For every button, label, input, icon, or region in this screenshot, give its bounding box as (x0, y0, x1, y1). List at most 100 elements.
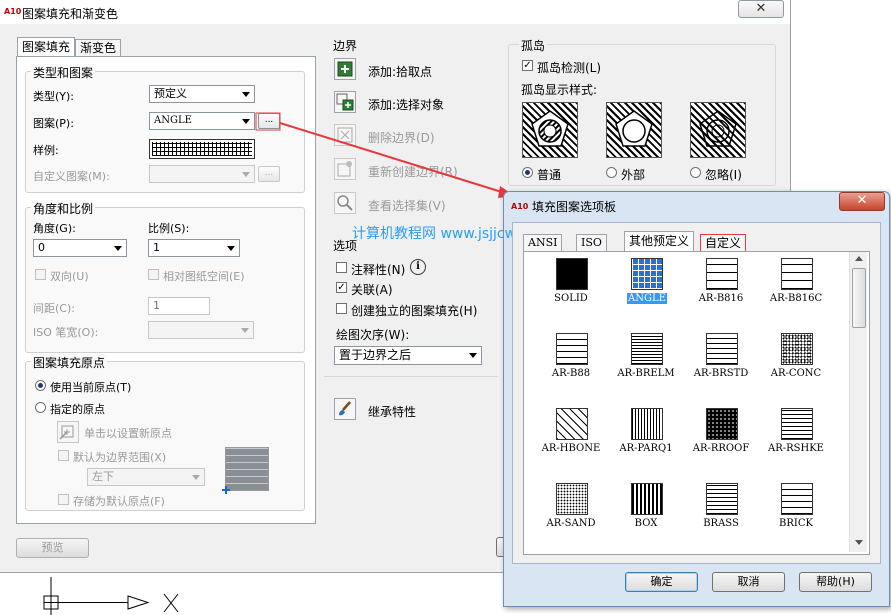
pattern-cell[interactable]: ANGLE (613, 258, 679, 322)
close-button[interactable]: ✕ (738, 0, 784, 18)
recreate-boundary-label[interactable]: 重新创建边界(R) (368, 163, 458, 180)
pattern-browse-button[interactable]: ... (258, 113, 280, 129)
pattern-swatch[interactable] (631, 333, 663, 365)
tab-hatch[interactable]: 图案填充 (17, 37, 76, 57)
pattern-cell[interactable]: SOLID (538, 258, 604, 322)
island-outer-icon (615, 110, 653, 147)
inherit-properties-button[interactable] (334, 398, 356, 420)
spacing-input[interactable]: 1 (148, 297, 210, 315)
view-selection-label[interactable]: 查看选择集(V) (368, 197, 446, 214)
island-ignore-preview[interactable] (690, 102, 746, 158)
angle-value: 0 (38, 241, 45, 254)
preview-button[interactable]: 预览 (16, 538, 89, 558)
scroll-down-icon[interactable] (855, 540, 863, 545)
island-outer-preview[interactable] (606, 102, 662, 158)
scroll-thumb[interactable] (852, 268, 866, 328)
associative-checkbox[interactable]: ✓ (336, 282, 347, 293)
pattern-swatch[interactable] (781, 483, 813, 515)
palette-close-button[interactable]: ✕ (839, 192, 885, 211)
pattern-swatch[interactable] (781, 333, 813, 365)
pattern-cell[interactable]: BRASS (688, 483, 754, 547)
pattern-swatch[interactable] (706, 333, 738, 365)
angle-label: 角度(G): (33, 222, 76, 235)
pattern-select[interactable]: ANGLE (149, 112, 255, 130)
set-origin-label: 单击以设置新原点 (84, 427, 172, 440)
pattern-swatch[interactable] (706, 408, 738, 440)
pattern-swatch[interactable] (781, 408, 813, 440)
pattern-swatch[interactable] (706, 258, 738, 290)
add-pick-button[interactable] (334, 58, 356, 80)
pattern-cell[interactable]: BRICK (763, 483, 829, 547)
relative-paper-checkbox[interactable] (148, 269, 159, 280)
pattern-swatch[interactable] (556, 258, 588, 290)
scroll-up-icon[interactable] (855, 256, 863, 261)
inherit-properties-label[interactable]: 继承特性 (368, 403, 416, 420)
recreate-boundary-icon (337, 161, 352, 177)
pattern-cell[interactable]: AR-RROOF (688, 408, 754, 472)
island-detect-checkbox[interactable]: ✓ (522, 60, 533, 71)
island-normal-radio[interactable] (522, 167, 533, 178)
pattern-swatch[interactable] (631, 408, 663, 440)
specified-origin-radio[interactable] (35, 402, 46, 413)
tab-custom[interactable]: 自定义 (700, 234, 747, 252)
island-normal-preview[interactable] (522, 102, 578, 158)
add-select-button[interactable] (334, 91, 356, 113)
pattern-swatch[interactable] (556, 483, 588, 515)
separate-hatch-checkbox[interactable] (336, 303, 347, 314)
pattern-swatch[interactable] (706, 483, 738, 515)
scale-select[interactable]: 1 (148, 239, 240, 257)
pattern-cell[interactable]: BOX (613, 483, 679, 547)
tab-gradient[interactable]: 渐变色 (75, 39, 122, 57)
pattern-cell[interactable]: AR-BRELM (613, 333, 679, 397)
pattern-swatch[interactable] (556, 408, 588, 440)
pattern-cell[interactable]: AR-B816C (763, 258, 829, 322)
boundary-legend: 边界 (333, 39, 358, 53)
remove-boundary-label[interactable]: 删除边界(D) (368, 129, 435, 146)
info-icon[interactable]: i (410, 259, 426, 275)
cancel-button[interactable]: 取消 (712, 572, 785, 592)
pattern-cell[interactable]: AR-B816 (688, 258, 754, 322)
paintbrush-icon (339, 401, 351, 416)
ok-button[interactable]: 确定 (625, 572, 698, 592)
pattern-cell[interactable]: AR-HBONE (538, 408, 604, 472)
pattern-cell[interactable]: AR-BRSTD (688, 333, 754, 397)
tab-iso[interactable]: ISO (576, 234, 607, 251)
pattern-label: 图案(P): (33, 117, 74, 130)
double-checkbox[interactable] (35, 269, 46, 280)
default-boundary-checkbox[interactable] (58, 450, 69, 461)
angle-select[interactable]: 0 (33, 239, 127, 257)
pattern-swatch[interactable] (781, 258, 813, 290)
pattern-swatch[interactable] (631, 258, 663, 290)
tab-other-predefined[interactable]: 其他预定义 (624, 231, 695, 251)
island-outer-radio[interactable] (606, 167, 617, 178)
recreate-boundary-button[interactable] (334, 158, 356, 180)
type-select[interactable]: 预定义 (149, 85, 255, 103)
remove-boundary-icon (337, 127, 353, 143)
iso-pen-select[interactable] (148, 321, 254, 339)
draw-order-select[interactable]: 置于边界之后 (334, 346, 482, 365)
view-selection-button[interactable] (334, 192, 356, 214)
store-default-checkbox[interactable] (58, 494, 69, 505)
pattern-cell[interactable]: AR-PARQ1 (613, 408, 679, 472)
help-button[interactable]: 帮助(H) (799, 572, 872, 592)
annotative-checkbox[interactable] (336, 262, 347, 273)
pattern-cell[interactable]: AR-RSHKE (763, 408, 829, 472)
pattern-scrollbar[interactable] (849, 252, 867, 552)
pattern-cell[interactable]: AR-B88 (538, 333, 604, 397)
origin-position-select[interactable]: 左下 (87, 468, 205, 486)
pattern-swatch[interactable] (631, 483, 663, 515)
add-select-label[interactable]: 添加:选择对象 (368, 96, 444, 113)
pattern-swatch[interactable] (556, 333, 588, 365)
pattern-cell[interactable]: AR-CONC (763, 333, 829, 397)
island-ignore-radio[interactable] (690, 167, 701, 178)
swatch-box[interactable] (149, 139, 255, 159)
pattern-cell[interactable]: AR-SAND (538, 483, 604, 547)
chevron-down-icon (192, 475, 200, 480)
remove-boundary-button[interactable] (334, 124, 356, 146)
add-pick-label[interactable]: 添加:拾取点 (368, 63, 432, 80)
tab-ansi[interactable]: ANSI (523, 234, 563, 251)
custom-browse-button[interactable]: ... (258, 166, 280, 182)
use-current-origin-radio[interactable] (35, 380, 46, 391)
custom-pattern-select[interactable] (149, 165, 255, 183)
set-origin-button[interactable] (57, 421, 79, 443)
